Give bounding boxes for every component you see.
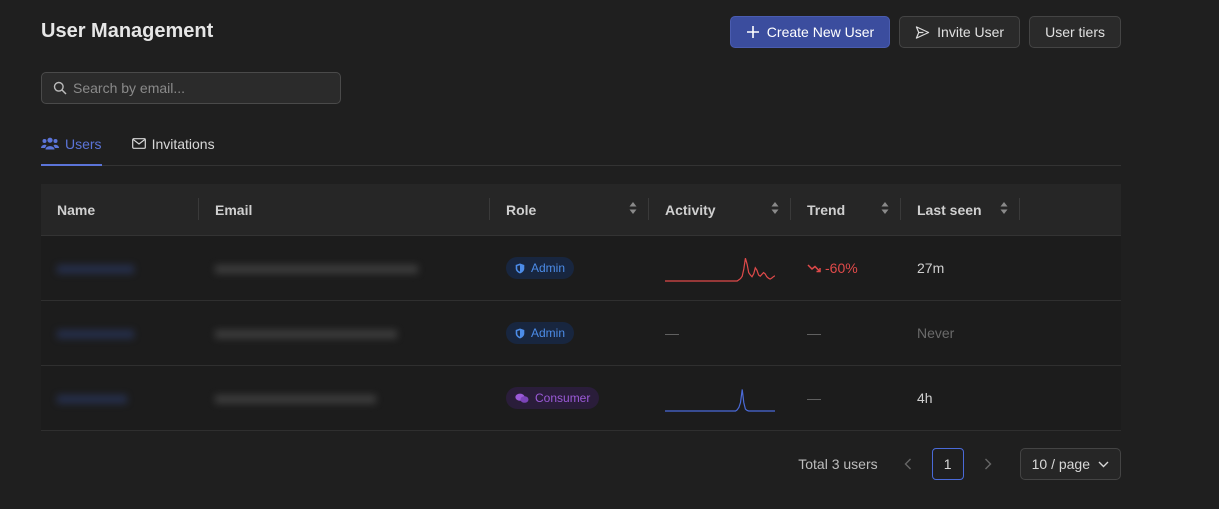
next-page-button[interactable] [972, 448, 1004, 480]
cell-last-seen: 27m [901, 236, 1020, 300]
cell-email: xxxxxxxxxxxxxxxxxxxxxxx [199, 366, 490, 430]
activity-sparkline [665, 258, 775, 282]
column-header-last-seen[interactable]: Last seen [901, 184, 1020, 235]
user-email: xxxxxxxxxxxxxxxxxxxxxxxxxx [215, 325, 397, 341]
user-name[interactable]: xxxxxxxxxxx [57, 260, 134, 276]
trend-label: — [807, 390, 821, 406]
users-table: Name Email Role Activity Trend Last seen… [41, 184, 1121, 431]
user-management-page: User Management Create New User Invite U… [0, 0, 1219, 509]
plus-icon [746, 26, 759, 38]
role-badge: Admin [506, 322, 575, 344]
tab-bar: Users Invitations [41, 128, 1121, 166]
activity-sparkline [665, 389, 775, 412]
trend-value: -60% [807, 260, 858, 276]
cell-name: xxxxxxxxxxx [41, 236, 199, 300]
last-seen-value: 27m [917, 260, 945, 276]
cell-activity [649, 366, 791, 430]
role-badge: Consumer [506, 387, 600, 409]
shield-icon [515, 263, 525, 273]
page-number-button[interactable]: 1 [931, 448, 964, 480]
cell-last-seen: 4h [901, 366, 1020, 430]
role-label: Consumer [535, 391, 591, 405]
create-new-user-label: Create New User [766, 24, 875, 40]
role-label: Admin [531, 261, 566, 275]
cell-trend: -60% [791, 236, 901, 300]
role-badge: Admin [506, 257, 575, 279]
activity-line [665, 389, 775, 412]
invite-user-label: Invite User [937, 24, 1005, 40]
user-email: xxxxxxxxxxxxxxxxxxxxxxxxxxxxx [215, 260, 418, 276]
column-header-trend[interactable]: Trend [791, 184, 901, 235]
column-email-label: Email [215, 201, 253, 218]
user-tiers-label: User tiers [1045, 24, 1105, 40]
trend-label: -60% [825, 260, 858, 276]
tab-users-label: Users [65, 135, 102, 152]
tab-users[interactable]: Users [41, 128, 102, 166]
table-row[interactable]: xxxxxxxxxx xxxxxxxxxxxxxxxxxxxxxxx Consu… [41, 366, 1121, 431]
chevron-right-icon [984, 458, 992, 470]
total-count: Total 3 users [798, 456, 878, 472]
cell-role: Consumer [490, 366, 649, 430]
user-name[interactable]: xxxxxxxxxx [57, 390, 127, 406]
cell-role: Admin [490, 301, 649, 365]
mail-icon [131, 138, 146, 149]
send-icon [915, 25, 930, 39]
activity-empty: — [665, 325, 679, 341]
cell-trend: — [791, 301, 901, 365]
page-title: User Management [41, 20, 214, 42]
invite-user-button[interactable]: Invite User [899, 16, 1021, 48]
cell-activity [649, 236, 791, 300]
table-header: Name Email Role Activity Trend Last seen [41, 184, 1121, 236]
user-tiers-button[interactable]: User tiers [1029, 16, 1121, 48]
create-new-user-button[interactable]: Create New User [729, 16, 891, 48]
activity-line [665, 258, 775, 282]
prev-page-button[interactable] [892, 448, 924, 480]
cell-activity: — [649, 301, 791, 365]
cell-email: xxxxxxxxxxxxxxxxxxxxxxxxxx [199, 301, 490, 365]
cell-last-seen: Never [901, 301, 1020, 365]
sort-icon[interactable] [881, 201, 889, 215]
role-label: Admin [531, 326, 566, 340]
last-seen-value: 4h [917, 390, 933, 406]
column-name-label: Name [57, 201, 96, 218]
trend-down-icon [807, 264, 821, 273]
sort-icon[interactable] [1000, 201, 1008, 215]
chevron-down-icon [1098, 461, 1109, 467]
column-header-email: Email [199, 184, 490, 235]
cell-name: xxxxxxxxxxx [41, 301, 199, 365]
chevron-left-icon [904, 458, 911, 470]
shield-icon [515, 328, 525, 338]
column-activity-label: Activity [665, 201, 716, 218]
sort-icon[interactable] [629, 201, 637, 215]
tab-invitations-label: Invitations [151, 135, 215, 152]
table-row[interactable]: xxxxxxxxxxx xxxxxxxxxxxxxxxxxxxxxxxxxx A… [41, 301, 1121, 366]
pagination: Total 3 users 1 10 / page [798, 448, 1121, 480]
cell-role: Admin [490, 236, 649, 300]
column-header-activity[interactable]: Activity [649, 184, 791, 235]
tab-invitations[interactable]: Invitations [131, 128, 215, 165]
column-last-seen-label: Last seen [917, 201, 982, 218]
search-icon [53, 81, 67, 95]
column-header-name: Name [41, 184, 199, 235]
trend-label: — [807, 325, 821, 341]
last-seen-value: Never [917, 325, 955, 341]
column-header-role[interactable]: Role [490, 184, 649, 235]
search-input[interactable] [73, 80, 333, 96]
table-row[interactable]: xxxxxxxxxxx xxxxxxxxxxxxxxxxxxxxxxxxxxxx… [41, 236, 1121, 301]
column-trend-label: Trend [807, 201, 846, 218]
column-role-label: Role [506, 201, 537, 218]
column-divider [1019, 198, 1020, 220]
chat-icon [515, 393, 529, 403]
user-name[interactable]: xxxxxxxxxxx [57, 325, 134, 341]
sort-icon[interactable] [771, 201, 779, 215]
page-size-label: 10 / page [1031, 456, 1090, 472]
cell-name: xxxxxxxxxx [41, 366, 199, 430]
page-size-select[interactable]: 10 / page [1019, 448, 1121, 480]
cell-trend: — [791, 366, 901, 430]
cell-email: xxxxxxxxxxxxxxxxxxxxxxxxxxxxx [199, 236, 490, 300]
users-icon [41, 137, 59, 150]
header-actions: Create New User Invite User User tiers [729, 16, 1121, 48]
user-email: xxxxxxxxxxxxxxxxxxxxxxx [215, 390, 376, 406]
search-box[interactable] [41, 72, 341, 104]
